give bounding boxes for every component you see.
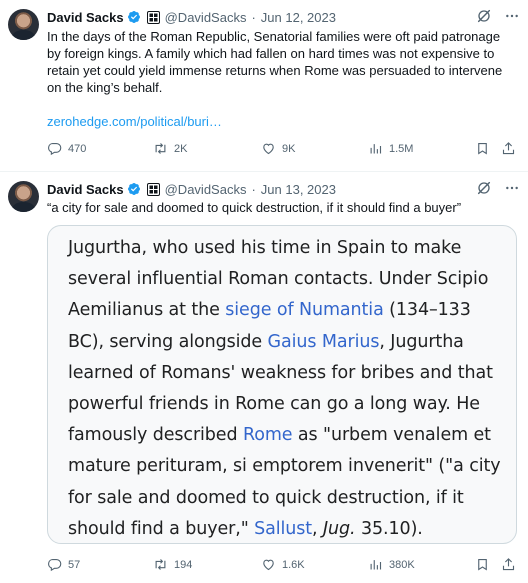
avatar[interactable] xyxy=(8,181,39,212)
like-icon xyxy=(263,559,274,571)
tweet-actions: 57 194 1.6K 380K xyxy=(47,557,520,575)
tweet-1[interactable]: David Sacks @DavidSacks · Jun 12, 2023 I… xyxy=(0,0,528,171)
wiki-link-siege-of-numantia: siege of Numantia xyxy=(225,300,384,321)
tweet-header: David Sacks @DavidSacks · Jun 12, 2023 xyxy=(47,8,520,26)
affiliate-flag-icon[interactable] xyxy=(146,182,160,196)
grok-icon[interactable] xyxy=(476,8,492,24)
tweet-text: “a city for sale and doomed to quick des… xyxy=(47,200,462,215)
tweet-text: In the days of the Roman Republic, Senat… xyxy=(47,29,503,95)
card-text-part: , xyxy=(312,518,323,539)
like-icon xyxy=(263,143,274,155)
avatar[interactable] xyxy=(8,9,39,40)
separator-dot: · xyxy=(251,9,256,25)
reply-count: 470 xyxy=(68,142,87,155)
author-name[interactable]: David Sacks xyxy=(47,182,124,197)
views-count: 380K xyxy=(389,558,415,571)
author-handle[interactable]: @DavidSacks xyxy=(165,182,247,197)
retweet-button[interactable]: 194 xyxy=(153,557,192,572)
reply-button[interactable]: 470 xyxy=(47,141,86,156)
tweet-header: David Sacks @DavidSacks · Jun 13, 2023 xyxy=(47,180,520,198)
views-icon xyxy=(370,560,382,570)
author-name[interactable]: David Sacks xyxy=(47,10,124,25)
bookmark-icon xyxy=(478,558,487,571)
verified-badge-icon xyxy=(127,183,140,195)
share-button[interactable] xyxy=(501,557,522,572)
views-button[interactable]: 1.5M xyxy=(368,141,413,156)
wiki-link-gaius-marius: Gaius Marius xyxy=(267,331,380,352)
share-icon xyxy=(502,142,515,155)
share-icon xyxy=(502,558,515,571)
grok-icon[interactable] xyxy=(476,180,492,196)
reply-icon xyxy=(48,558,62,572)
tweet-date[interactable]: Jun 12, 2023 xyxy=(261,10,336,25)
retweet-icon xyxy=(155,559,166,570)
like-button[interactable]: 9K xyxy=(261,141,295,156)
more-icon[interactable] xyxy=(504,180,520,196)
tweet-link[interactable]: zerohedge.com/political/buri… xyxy=(47,114,222,129)
like-count: 9K xyxy=(282,142,296,155)
retweet-icon xyxy=(155,143,166,154)
affiliate-flag-icon[interactable] xyxy=(146,10,160,24)
card-text-italic: Jug. xyxy=(322,518,356,539)
retweet-count: 194 xyxy=(174,558,193,571)
card-text-part: 35.10). xyxy=(355,518,423,539)
author-handle[interactable]: @DavidSacks xyxy=(165,10,247,25)
like-button[interactable]: 1.6K xyxy=(261,557,305,572)
separator-dot: · xyxy=(251,181,256,197)
views-count: 1.5M xyxy=(389,142,414,155)
retweet-count: 2K xyxy=(174,142,188,155)
tweet-2[interactable]: David Sacks @DavidSacks · Jun 13, 2023 “… xyxy=(0,172,528,583)
card-text: Jugurtha, who used his time in Spain to … xyxy=(68,233,508,543)
reply-icon xyxy=(48,142,62,156)
retweet-button[interactable]: 2K xyxy=(153,141,187,156)
tweet-actions: 470 2K 9K 1.5M xyxy=(47,141,520,159)
verified-badge-icon xyxy=(127,11,140,23)
bookmark-button[interactable] xyxy=(475,557,496,572)
image-card[interactable]: Jugurtha, who used his time in Spain to … xyxy=(47,225,517,544)
bookmark-icon xyxy=(478,142,487,155)
more-icon[interactable] xyxy=(504,8,520,24)
reply-button[interactable]: 57 xyxy=(47,557,80,572)
bookmark-button[interactable] xyxy=(475,141,496,156)
reply-count: 57 xyxy=(68,558,81,571)
views-button[interactable]: 380K xyxy=(368,557,415,572)
wiki-link-sallust: Sallust xyxy=(254,518,313,539)
share-button[interactable] xyxy=(501,141,522,156)
like-count: 1.6K xyxy=(282,558,305,571)
views-icon xyxy=(370,144,382,154)
wiki-link-rome: Rome xyxy=(242,425,293,446)
tweet-date[interactable]: Jun 13, 2023 xyxy=(261,182,336,197)
